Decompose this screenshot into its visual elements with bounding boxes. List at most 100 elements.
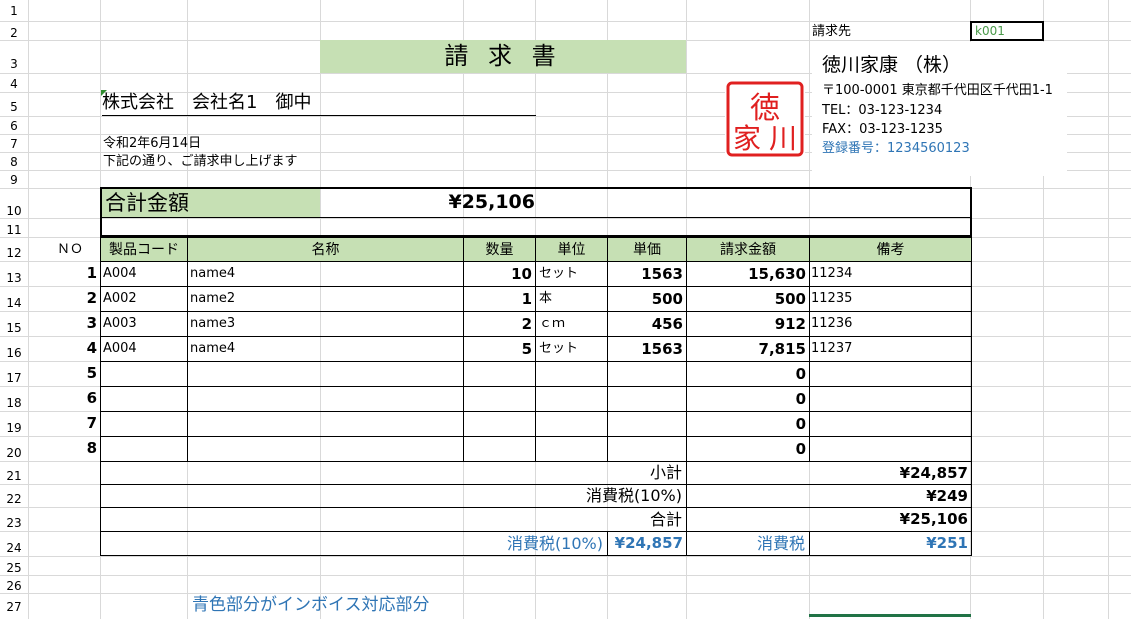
row-number[interactable]: 7 xyxy=(0,137,28,151)
row-number[interactable]: 16 xyxy=(0,346,28,360)
row-number[interactable]: 14 xyxy=(0,296,28,310)
row-number[interactable]: 25 xyxy=(0,561,28,575)
row-number[interactable]: 10 xyxy=(0,204,28,218)
row-code[interactable]: A003 xyxy=(100,311,188,337)
row-name[interactable] xyxy=(187,361,464,387)
row-price[interactable] xyxy=(607,361,687,387)
row-qty[interactable] xyxy=(463,436,536,462)
row-number[interactable]: 1 xyxy=(0,4,28,18)
row-code[interactable]: A004 xyxy=(100,336,188,362)
row-number[interactable]: 26 xyxy=(0,579,28,593)
row-number[interactable]: 2 xyxy=(0,26,28,40)
row-no: 3 xyxy=(86,314,97,332)
row-number[interactable]: 11 xyxy=(0,223,28,237)
row-note[interactable] xyxy=(809,386,972,412)
tax-value[interactable]: ¥249 xyxy=(686,484,972,508)
row-number[interactable]: 6 xyxy=(0,119,28,133)
row-unit[interactable] xyxy=(535,411,608,437)
row-price[interactable]: 456 xyxy=(607,311,687,337)
subtotal-value[interactable]: ¥24,857 xyxy=(686,461,972,485)
row-number[interactable]: 19 xyxy=(0,421,28,435)
row-amount[interactable]: 7,815 xyxy=(686,336,810,362)
row-price[interactable]: 1563 xyxy=(607,336,687,362)
row-price[interactable] xyxy=(607,386,687,412)
column-header: 製品コード xyxy=(100,237,188,262)
row-code[interactable] xyxy=(100,411,188,437)
row-number[interactable]: 5 xyxy=(0,100,28,114)
row-number[interactable]: 23 xyxy=(0,516,28,530)
issuer-block: 徳川家康 （株） 〒100-0001 東京都千代田区千代田1-1 TEL：03-… xyxy=(812,42,1067,176)
row-qty[interactable]: 5 xyxy=(463,336,536,362)
row-note[interactable] xyxy=(809,436,972,462)
row-qty[interactable]: 10 xyxy=(463,261,536,287)
row-name[interactable] xyxy=(187,386,464,412)
row-unit[interactable]: ｃｍ xyxy=(535,311,608,337)
row-number[interactable]: 4 xyxy=(0,77,28,91)
row-name[interactable] xyxy=(187,436,464,462)
row-number[interactable]: 20 xyxy=(0,446,28,460)
row-amount[interactable]: 912 xyxy=(686,311,810,337)
svg-text:徳: 徳 xyxy=(750,91,780,126)
row-note[interactable]: 11236 xyxy=(809,311,972,337)
row-price[interactable]: 500 xyxy=(607,286,687,312)
row-number[interactable]: 18 xyxy=(0,396,28,410)
issuer-fax: FAX：03-123-1235 xyxy=(822,122,943,137)
row-unit[interactable] xyxy=(535,361,608,387)
row-number[interactable]: 13 xyxy=(0,271,28,285)
row-amount[interactable]: 15,630 xyxy=(686,261,810,287)
row-number[interactable]: 24 xyxy=(0,541,28,555)
row-number[interactable]: 3 xyxy=(0,57,28,71)
row-number[interactable]: 22 xyxy=(0,492,28,506)
row-name[interactable]: name3 xyxy=(187,311,464,337)
row-code[interactable] xyxy=(100,386,188,412)
row-amount[interactable]: 500 xyxy=(686,286,810,312)
column-header: 単価 xyxy=(607,237,687,262)
row-amount[interactable]: 0 xyxy=(686,386,810,412)
row-qty[interactable]: 1 xyxy=(463,286,536,312)
column-header: 請求金額 xyxy=(686,237,810,262)
row-code[interactable]: A004 xyxy=(100,261,188,287)
row-note[interactable]: 11235 xyxy=(809,286,972,312)
row-amount[interactable]: 0 xyxy=(686,436,810,462)
row-qty[interactable] xyxy=(463,386,536,412)
invoice-taxable-base-value[interactable]: ¥24,857 xyxy=(607,531,687,556)
grand-total-label: 合計 xyxy=(100,507,687,532)
row-amount[interactable]: 0 xyxy=(686,361,810,387)
row-name[interactable] xyxy=(187,411,464,437)
row-code[interactable]: A002 xyxy=(100,286,188,312)
row-number[interactable]: 17 xyxy=(0,371,28,385)
row-unit[interactable]: セット xyxy=(535,336,608,362)
row-code[interactable] xyxy=(100,436,188,462)
row-note[interactable]: 11234 xyxy=(809,261,972,287)
row-price[interactable] xyxy=(607,436,687,462)
row-qty[interactable] xyxy=(463,361,536,387)
row-name[interactable]: name2 xyxy=(187,286,464,312)
row-number[interactable]: 8 xyxy=(0,155,28,169)
row-name[interactable]: name4 xyxy=(187,261,464,287)
row-note[interactable] xyxy=(809,361,972,387)
row-number[interactable]: 21 xyxy=(0,469,28,483)
row-note[interactable] xyxy=(809,411,972,437)
row-qty[interactable]: 2 xyxy=(463,311,536,337)
row-price[interactable]: 1563 xyxy=(607,261,687,287)
row-amount[interactable]: 0 xyxy=(686,411,810,437)
invoice-tax-value[interactable]: ¥251 xyxy=(809,531,972,556)
row-unit[interactable] xyxy=(535,436,608,462)
billto-code-cell[interactable]: k001 xyxy=(970,21,1044,41)
row-number[interactable]: 9 xyxy=(0,173,28,187)
row-qty[interactable] xyxy=(463,411,536,437)
row-number[interactable]: 27 xyxy=(0,600,28,614)
billto-label: 請求先 xyxy=(812,24,852,39)
row-name[interactable]: name4 xyxy=(187,336,464,362)
row-unit[interactable]: 本 xyxy=(535,286,608,312)
row-price[interactable] xyxy=(607,411,687,437)
row-number[interactable]: 12 xyxy=(0,246,28,260)
row-unit[interactable] xyxy=(535,386,608,412)
grand-total-value[interactable]: ¥25,106 xyxy=(686,507,972,532)
column-header: 名称 xyxy=(187,237,464,262)
cell-comment-marker xyxy=(101,90,107,96)
row-unit[interactable]: セット xyxy=(535,261,608,287)
row-number[interactable]: 15 xyxy=(0,321,28,335)
row-note[interactable]: 11237 xyxy=(809,336,972,362)
row-code[interactable] xyxy=(100,361,188,387)
